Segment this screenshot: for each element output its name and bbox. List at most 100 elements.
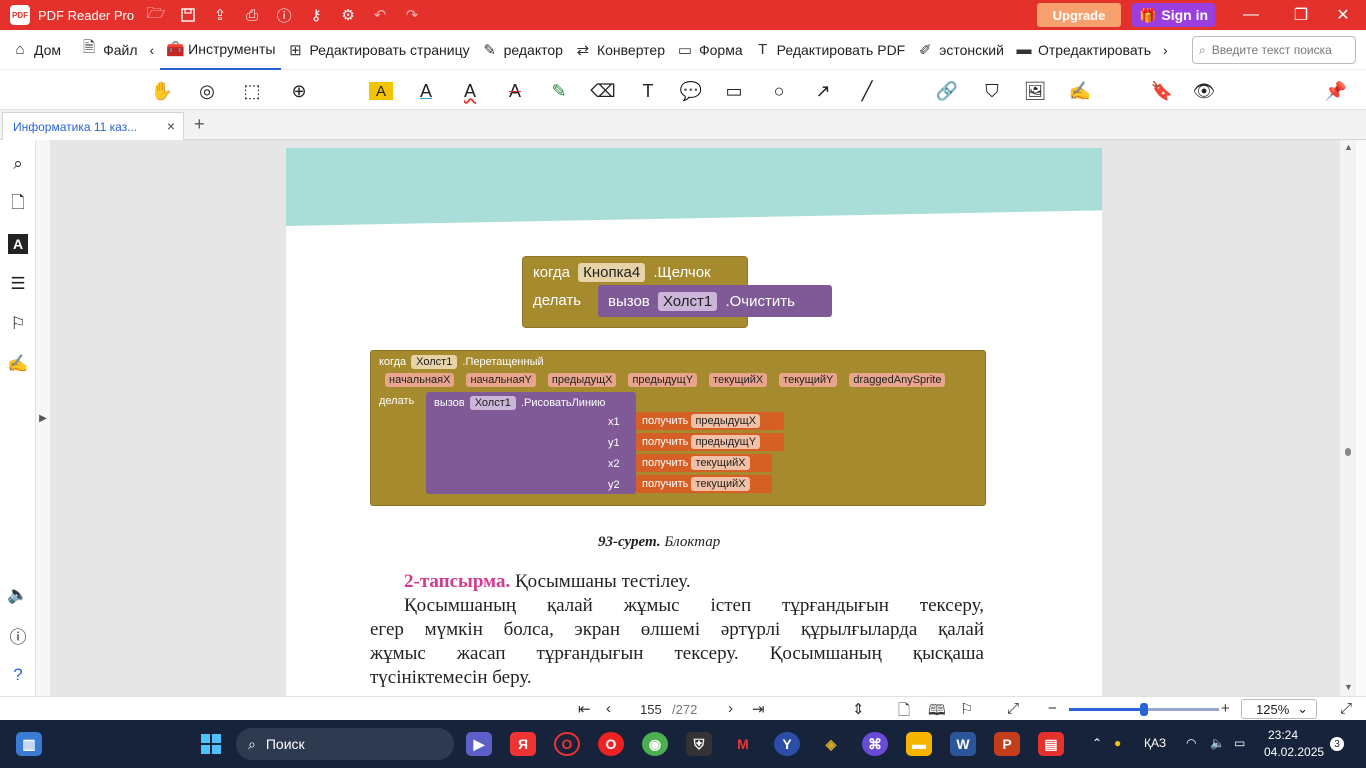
save-icon[interactable]: [178, 5, 198, 25]
image-icon[interactable]: 🖼: [1023, 79, 1047, 103]
speaker-icon[interactable]: 🔈: [7, 585, 28, 605]
text-select-icon[interactable]: ◎: [195, 79, 219, 103]
word-icon[interactable]: W: [950, 732, 976, 756]
text-box-icon[interactable]: T: [636, 79, 660, 103]
powerpoint-icon[interactable]: P: [994, 732, 1020, 756]
zoom-in-icon[interactable]: +: [1221, 700, 1230, 717]
highlight-icon[interactable]: A: [369, 82, 393, 100]
zoom-area-icon[interactable]: ⊕: [287, 79, 311, 103]
underline-icon[interactable]: A: [414, 79, 438, 103]
yandex-browser-icon[interactable]: Я: [510, 732, 536, 756]
close-tab-icon[interactable]: ×: [167, 118, 175, 134]
chrome-icon[interactable]: ◉: [642, 732, 668, 756]
notification-badge[interactable]: 3: [1330, 737, 1344, 751]
zoom-out-icon[interactable]: −: [1048, 700, 1057, 717]
opera-gx-icon[interactable]: O: [554, 732, 580, 756]
eye-icon[interactable]: 👁: [1192, 79, 1216, 103]
zoom-select[interactable]: 125% ⌄: [1241, 699, 1317, 719]
bookmark-icon[interactable]: ⚐: [8, 314, 28, 334]
arrow-icon[interactable]: ↗: [811, 79, 835, 103]
tray-expand-icon[interactable]: ⌃: [1092, 736, 1102, 750]
taskbar-search[interactable]: ⌕ Поиск: [236, 728, 454, 760]
menu-edit-page[interactable]: ⊞ Редактировать страницу: [281, 30, 475, 70]
page-layout-icon[interactable]: ⚐: [960, 700, 973, 718]
annotations-icon[interactable]: A: [8, 234, 28, 254]
fit-page-icon[interactable]: ⤢: [1007, 700, 1019, 717]
opera-icon[interactable]: O: [598, 732, 624, 756]
print-icon[interactable]: ⎙: [242, 5, 262, 25]
freehand-icon[interactable]: ✎: [547, 79, 571, 103]
current-page-field[interactable]: 155: [640, 702, 662, 717]
first-page-icon[interactable]: ⇤: [578, 700, 591, 718]
signin-button[interactable]: 🎁 Sign in: [1132, 3, 1215, 27]
menu-home[interactable]: ⌂ Дом: [6, 30, 67, 70]
vertical-scrollbar[interactable]: ▲ ▼: [1340, 140, 1356, 696]
widgets-icon[interactable]: ▥: [16, 732, 42, 756]
last-page-icon[interactable]: ⇥: [752, 700, 765, 718]
start-icon[interactable]: [198, 732, 224, 756]
settings-icon[interactable]: ⚙: [338, 5, 358, 25]
key-icon[interactable]: ⚷: [306, 5, 326, 25]
menu-edit-pdf[interactable]: T Редактировать PDF: [749, 30, 912, 70]
signature-icon[interactable]: ✍: [7, 354, 28, 374]
next-page-icon[interactable]: ›: [728, 700, 733, 717]
scroll-up-icon[interactable]: ▲: [1344, 142, 1353, 152]
gamepad-icon[interactable]: ⌘: [862, 732, 888, 756]
menu-scroll-right[interactable]: ›: [1157, 30, 1174, 70]
volume-icon[interactable]: 🔈: [1210, 736, 1225, 750]
clock-time[interactable]: 23:24: [1268, 728, 1298, 742]
binance-icon[interactable]: ◈: [818, 732, 844, 756]
pdf-reader-taskbar-icon[interactable]: ▤: [1038, 732, 1064, 756]
outline-icon[interactable]: ☰: [8, 274, 28, 294]
search-icon[interactable]: ⌕: [8, 154, 28, 174]
menu-redact[interactable]: ▬ Отредактировать: [1010, 30, 1157, 70]
search-field[interactable]: ⌕ Введите текст поиска: [1192, 36, 1356, 64]
rectangle-icon[interactable]: ▭: [722, 79, 746, 103]
undo-icon[interactable]: ↶: [370, 5, 390, 25]
area-select-icon[interactable]: ⬚: [240, 79, 264, 103]
menu-scroll-left[interactable]: ‹: [143, 30, 160, 70]
restore-icon[interactable]: ❐: [1278, 0, 1324, 30]
redo-icon[interactable]: ↷: [402, 5, 422, 25]
menu-tools[interactable]: 🧰 Инструменты: [160, 30, 282, 70]
prev-page-icon[interactable]: ‹: [606, 700, 611, 717]
clock-date[interactable]: 04.02.2025: [1264, 745, 1324, 759]
sidebar-collapse-handle[interactable]: ▶: [36, 140, 50, 696]
note-icon[interactable]: 💬: [679, 79, 703, 103]
scroll-down-icon[interactable]: ▼: [1344, 682, 1353, 692]
menu-converter[interactable]: ⇄ Конвертер: [569, 30, 671, 70]
m-app-icon[interactable]: M: [730, 732, 756, 756]
new-tab-icon[interactable]: +: [194, 114, 205, 135]
scroll-mode-icon[interactable]: ⇕: [852, 700, 865, 718]
stamp-icon[interactable]: ⛉: [980, 79, 1004, 103]
file-explorer-icon[interactable]: ▬: [906, 732, 932, 756]
help-icon[interactable]: ⓘ: [274, 5, 294, 25]
battery-icon[interactable]: ▭: [1234, 736, 1245, 750]
y-app-icon[interactable]: Y: [774, 732, 800, 756]
pages-icon[interactable]: 🗋: [8, 193, 28, 214]
minimize-icon[interactable]: —: [1228, 0, 1274, 30]
menu-file[interactable]: 🗎 Файл: [75, 30, 143, 70]
eraser-icon[interactable]: ⌫: [590, 79, 615, 103]
tray-app-icon[interactable]: ●: [1114, 736, 1121, 750]
bookmark-icon[interactable]: 🔖: [1150, 79, 1174, 103]
scroll-thumb[interactable]: [1345, 448, 1351, 456]
circle-icon[interactable]: ○: [767, 79, 791, 103]
right-panel-collapse[interactable]: [1356, 140, 1366, 696]
language-indicator[interactable]: ҚАЗ: [1144, 736, 1166, 750]
game-app-icon[interactable]: ⛨: [686, 732, 712, 756]
upgrade-button[interactable]: Upgrade: [1037, 3, 1121, 27]
meet-app-icon[interactable]: ▶: [466, 732, 492, 756]
info-icon[interactable]: ⓘ: [8, 625, 28, 647]
share-icon[interactable]: ⇪: [210, 5, 230, 25]
pin-icon[interactable]: 📌: [1324, 79, 1348, 103]
help-icon[interactable]: ?: [8, 665, 28, 685]
open-folder-icon[interactable]: 🗁: [146, 5, 166, 25]
fullscreen-icon[interactable]: ⤢: [1340, 700, 1352, 717]
squiggly-icon[interactable]: A: [458, 79, 482, 103]
link-icon[interactable]: 🔗: [935, 79, 959, 103]
hand-tool-icon[interactable]: ✋: [150, 79, 174, 103]
signature-icon[interactable]: ✍: [1068, 79, 1092, 103]
menu-translate[interactable]: ✐ эстонский: [911, 30, 1010, 70]
zoom-slider[interactable]: [1069, 703, 1219, 716]
